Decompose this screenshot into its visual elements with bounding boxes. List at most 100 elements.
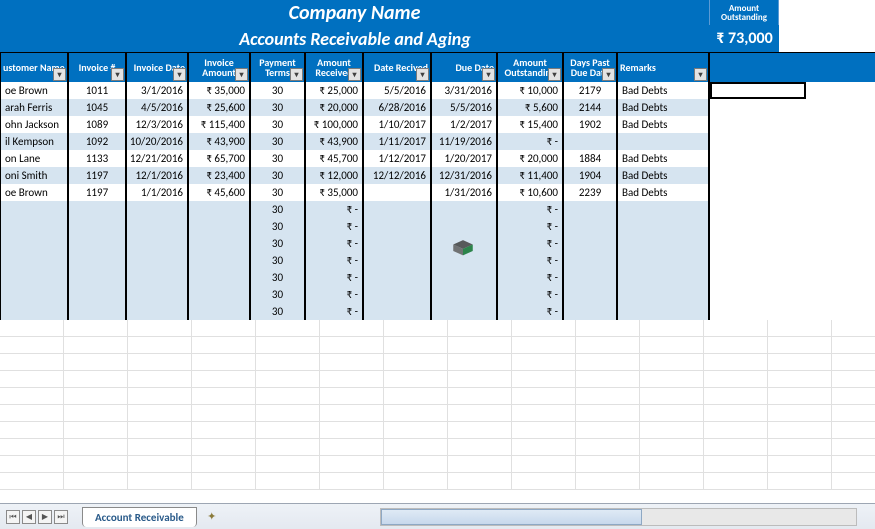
cell-terms[interactable]: 30: [250, 99, 305, 116]
cell-iamt[interactable]: [188, 286, 250, 303]
cell-due[interactable]: [431, 201, 497, 218]
cell-dp[interactable]: [563, 252, 617, 269]
cell-rmk[interactable]: [617, 303, 710, 320]
cell-drcv[interactable]: [363, 235, 431, 252]
cell-idate[interactable]: 12/1/2016: [126, 167, 188, 184]
cell-arcv[interactable]: ₹ 45,700: [305, 150, 363, 167]
cell-name[interactable]: ohn Jackson: [0, 116, 68, 133]
cell-aout[interactable]: ₹ 11,400: [497, 167, 563, 184]
cell-idate[interactable]: 12/3/2016: [126, 116, 188, 133]
cell-due[interactable]: [431, 286, 497, 303]
cell-drcv[interactable]: 5/5/2016: [363, 82, 431, 99]
cell-dp[interactable]: 1884: [563, 150, 617, 167]
cell-name[interactable]: [0, 286, 68, 303]
cell-terms[interactable]: 30: [250, 116, 305, 133]
cell-name[interactable]: [0, 201, 68, 218]
cell-idate[interactable]: 4/5/2016: [126, 99, 188, 116]
cell-drcv[interactable]: [363, 201, 431, 218]
col-invoice-date[interactable]: Invoice Date: [126, 53, 188, 82]
cell-inv[interactable]: 1197: [68, 184, 126, 201]
cell-idate[interactable]: [126, 235, 188, 252]
cell-idate[interactable]: [126, 201, 188, 218]
filter-icon[interactable]: [348, 68, 361, 81]
cell-terms[interactable]: 30: [250, 303, 305, 320]
cell-aout[interactable]: ₹ -: [497, 235, 563, 252]
cell-terms[interactable]: 30: [250, 201, 305, 218]
cell-aout[interactable]: ₹ -: [497, 286, 563, 303]
nav-next-icon[interactable]: ▶: [38, 510, 52, 524]
cell-dp[interactable]: 2179: [563, 82, 617, 99]
col-customer-name[interactable]: ustomer Name: [0, 53, 68, 82]
cell-dp[interactable]: [563, 201, 617, 218]
cell-iamt[interactable]: [188, 235, 250, 252]
horizontal-scrollbar[interactable]: [380, 508, 857, 526]
cell-inv[interactable]: [68, 286, 126, 303]
cell-inv[interactable]: [68, 235, 126, 252]
cell-iamt[interactable]: ₹ 35,000: [188, 82, 250, 99]
table-row[interactable]: 30₹ -₹ -: [0, 235, 875, 252]
cell-drcv[interactable]: 1/12/2017: [363, 150, 431, 167]
col-remarks[interactable]: Remarks: [617, 53, 710, 82]
col-days-past-due[interactable]: Days Past Due Date: [563, 53, 617, 82]
cell-iamt[interactable]: ₹ 65,700: [188, 150, 250, 167]
cell-inv[interactable]: 1089: [68, 116, 126, 133]
table-row[interactable]: 30₹ -₹ -: [0, 269, 875, 286]
cell-drcv[interactable]: 12/12/2016: [363, 167, 431, 184]
cell-arcv[interactable]: ₹ 43,900: [305, 133, 363, 150]
cell-aout[interactable]: ₹ -: [497, 269, 563, 286]
table-row[interactable]: il Kempson109210/20/2016₹ 43,90030₹ 43,9…: [0, 133, 875, 150]
cell-due[interactable]: 5/5/2016: [431, 99, 497, 116]
col-payment-terms[interactable]: Payment Terms: [250, 53, 305, 82]
cell-dp[interactable]: [563, 218, 617, 235]
cell-rmk[interactable]: Bad Debts: [617, 167, 710, 184]
filter-icon[interactable]: [548, 68, 561, 81]
cell-due[interactable]: [431, 269, 497, 286]
cell-name[interactable]: [0, 252, 68, 269]
cell-aout[interactable]: ₹ 10,600: [497, 184, 563, 201]
cell-inv[interactable]: 1092: [68, 133, 126, 150]
cell-rmk[interactable]: Bad Debts: [617, 116, 710, 133]
cell-due[interactable]: 11/19/2016: [431, 133, 497, 150]
cell-terms[interactable]: 30: [250, 235, 305, 252]
cell-idate[interactable]: 1/1/2016: [126, 184, 188, 201]
cell-idate[interactable]: 12/21/2016: [126, 150, 188, 167]
cell-dp[interactable]: [563, 269, 617, 286]
scrollbar-thumb[interactable]: [381, 509, 642, 525]
filter-icon[interactable]: [173, 68, 186, 81]
cell-inv[interactable]: 1133: [68, 150, 126, 167]
add-sheet-icon[interactable]: ✦: [203, 509, 221, 525]
cell-terms[interactable]: 30: [250, 82, 305, 99]
cell-dp[interactable]: [563, 286, 617, 303]
cell-name[interactable]: on Lane: [0, 150, 68, 167]
filter-icon[interactable]: [482, 68, 495, 81]
cell-rmk[interactable]: [617, 286, 710, 303]
cell-dp[interactable]: 1904: [563, 167, 617, 184]
cell-dp[interactable]: 2239: [563, 184, 617, 201]
filter-icon[interactable]: [290, 68, 303, 81]
cell-drcv[interactable]: 6/28/2016: [363, 99, 431, 116]
cell-iamt[interactable]: ₹ 23,400: [188, 167, 250, 184]
cell-inv[interactable]: 1045: [68, 99, 126, 116]
cell-arcv[interactable]: ₹ -: [305, 303, 363, 320]
cell-due[interactable]: 1/20/2017: [431, 150, 497, 167]
cell-idate[interactable]: [126, 269, 188, 286]
cell-aout[interactable]: ₹ 20,000: [497, 150, 563, 167]
cell-rmk[interactable]: Bad Debts: [617, 150, 710, 167]
cell-dp[interactable]: [563, 133, 617, 150]
cell-arcv[interactable]: ₹ -: [305, 252, 363, 269]
filter-icon[interactable]: [694, 68, 707, 81]
sheet-tab-active[interactable]: Account Receivable: [82, 507, 197, 527]
cell-idate[interactable]: 3/1/2016: [126, 82, 188, 99]
cell-arcv[interactable]: ₹ -: [305, 218, 363, 235]
cell-aout[interactable]: ₹ -: [497, 218, 563, 235]
col-amount-received[interactable]: Amount Received: [305, 53, 363, 82]
cell-drcv[interactable]: 1/11/2017: [363, 133, 431, 150]
cell-inv[interactable]: [68, 218, 126, 235]
cell-iamt[interactable]: [188, 303, 250, 320]
cell-aout[interactable]: ₹ 15,400: [497, 116, 563, 133]
cell-iamt[interactable]: ₹ 45,600: [188, 184, 250, 201]
nav-first-icon[interactable]: ⏮: [6, 510, 20, 524]
cell-drcv[interactable]: 1/10/2017: [363, 116, 431, 133]
cell-arcv[interactable]: ₹ 20,000: [305, 99, 363, 116]
table-row[interactable]: oe Brown10113/1/2016₹ 35,00030₹ 25,0005/…: [0, 82, 875, 99]
